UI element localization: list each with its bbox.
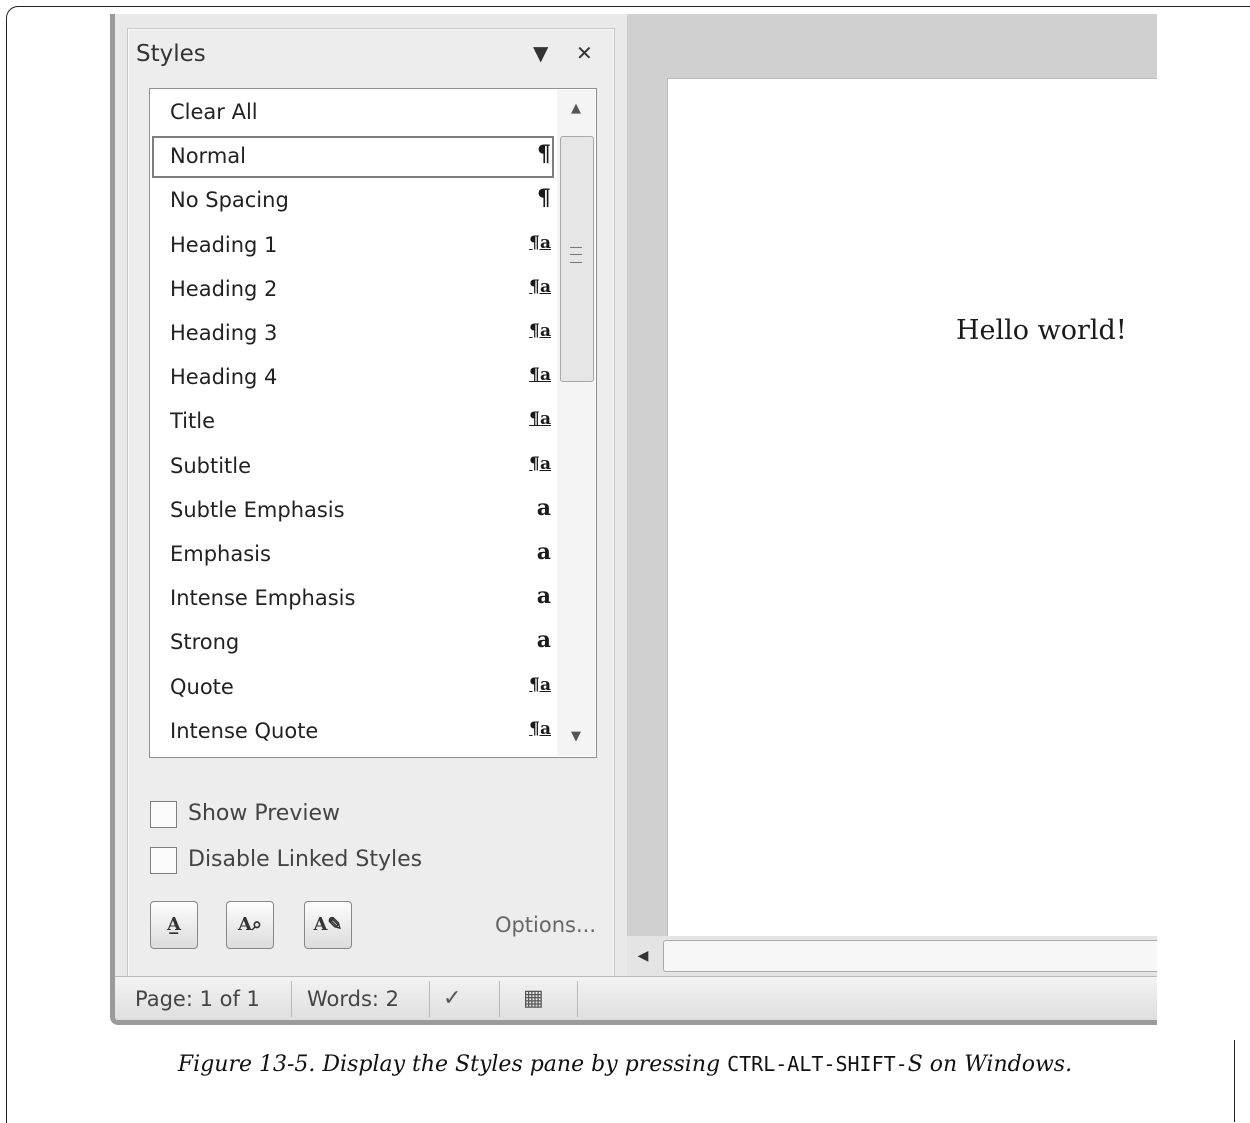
style-item[interactable]: Quote ¶a [151, 666, 555, 710]
status-divider [499, 981, 500, 1017]
document-area: Hello world! ◀ [627, 14, 1157, 976]
style-item[interactable]: Normal ¶ [151, 135, 555, 179]
scroll-down-icon[interactable]: ▼ [557, 718, 595, 756]
status-divider [429, 981, 430, 1017]
manage-styles-icon: A✎ [313, 914, 343, 935]
caption-keys: CTRL-ALT-SHIFT- [727, 1052, 908, 1076]
paragraph-style-icon: ¶ [537, 141, 551, 168]
new-style-button[interactable]: A̲ [150, 901, 198, 949]
style-item[interactable]: No Spacing ¶ [151, 179, 555, 223]
vertical-scrollbar[interactable]: ▲ ▼ [557, 90, 595, 756]
close-icon[interactable]: ✕ [576, 41, 593, 65]
styles-list[interactable]: Clear All Normal ¶ No Spacing ¶ Heading 1 ¶a He… [149, 88, 597, 758]
manage-styles-button[interactable]: A✎ [304, 901, 352, 949]
style-name: Heading 4 [170, 365, 278, 390]
character-style-icon: a [536, 627, 551, 654]
status-divider [577, 981, 578, 1017]
styles-pane: Styles ▼ ✕ Clear All Normal ¶ No Spacing ¶ He… [127, 28, 615, 978]
disable-linked-label: Disable Linked Styles [188, 847, 423, 872]
style-name: Clear All [170, 100, 258, 124]
options-link[interactable]: Options... [495, 913, 596, 937]
show-preview-checkbox[interactable] [150, 801, 177, 828]
style-item[interactable]: Clear All [151, 91, 555, 135]
style-item[interactable]: Strong a [151, 621, 555, 665]
linked-style-icon: ¶a [529, 674, 551, 695]
horizontal-scroll-track[interactable] [663, 940, 1157, 972]
style-name: Quote [170, 674, 234, 699]
style-item[interactable]: Heading 1 ¶a [151, 224, 555, 268]
new-style-icon: A̲ [167, 914, 181, 935]
linked-style-icon: ¶a [529, 276, 551, 297]
style-name: Heading 3 [170, 321, 278, 345]
style-name: Intense Quote [170, 718, 319, 743]
horizontal-scrollbar[interactable]: ◀ [627, 936, 1157, 976]
style-item[interactable]: Emphasis a [151, 533, 555, 577]
style-name: Subtle Emphasis [170, 497, 345, 522]
proofing-icon[interactable]: ✓ [443, 986, 461, 1011]
style-item[interactable]: Intense Emphasis a [151, 577, 555, 621]
style-inspector-icon: A⌕ [237, 914, 263, 935]
status-divider [291, 981, 292, 1017]
layout-icon[interactable]: ▦ [523, 986, 544, 1011]
document-text[interactable]: Hello world! [956, 315, 1127, 346]
status-bar: Page: 1 of 1 Words: 2 ✓ ▦ [115, 976, 1157, 1020]
style-name: Intense Emphasis [170, 586, 356, 611]
style-item[interactable]: Title ¶a [151, 400, 555, 444]
word-window: Styles ▼ ✕ Clear All Normal ¶ No Spacing ¶ He… [110, 14, 1157, 1025]
dropdown-arrow-icon[interactable]: ▼ [533, 41, 548, 65]
style-item[interactable]: Heading 2 ¶a [151, 268, 555, 312]
caption-key-letter: S [907, 1052, 923, 1077]
linked-style-icon: ¶a [529, 232, 551, 253]
scroll-thumb[interactable] [560, 136, 594, 382]
style-item[interactable]: Subtle Emphasis a [151, 489, 555, 533]
style-name: Title [170, 409, 216, 434]
character-style-icon: a [536, 583, 551, 610]
grip-icon [570, 247, 582, 263]
style-name: Normal [170, 144, 246, 169]
linked-style-icon: ¶a [529, 453, 551, 474]
character-style-icon: a [536, 494, 551, 521]
disable-linked-checkbox[interactable] [150, 847, 177, 874]
character-style-icon: a [536, 539, 551, 565]
style-item[interactable]: Heading 4 ¶a [151, 356, 555, 400]
caption-suffix: on Windows. [922, 1052, 1073, 1077]
show-preview-label: Show Preview [188, 801, 340, 826]
style-item[interactable]: Subtitle ¶a [151, 445, 555, 489]
style-name: Heading 2 [170, 276, 278, 301]
linked-style-icon: ¶a [529, 718, 551, 739]
style-name: Subtitle [170, 453, 252, 478]
style-name: Heading 1 [170, 232, 278, 257]
style-name: No Spacing [170, 188, 289, 213]
pane-title: Styles [136, 41, 206, 67]
scroll-left-icon[interactable]: ◀ [633, 946, 653, 966]
figure-caption: Figure 13-5. Display the Styles pane by … [0, 1052, 1250, 1077]
paragraph-style-icon: ¶ [537, 185, 551, 212]
style-item[interactable]: Heading 3 ¶a [151, 312, 555, 356]
document-page[interactable]: Hello world! [667, 78, 1157, 949]
scroll-up-icon[interactable]: ▲ [557, 90, 595, 128]
caption-prefix: Figure 13-5. Display the Styles pane by … [177, 1052, 728, 1077]
style-name: Strong [170, 630, 240, 655]
linked-style-icon: ¶a [529, 365, 551, 386]
linked-style-icon: ¶a [529, 409, 551, 430]
linked-style-icon: ¶a [529, 321, 551, 341]
style-name: Emphasis [170, 542, 271, 566]
style-item[interactable]: Intense Quote ¶a [151, 710, 555, 754]
word-count[interactable]: Words: 2 [307, 987, 399, 1011]
style-inspector-button[interactable]: A⌕ [226, 901, 274, 949]
page-count[interactable]: Page: 1 of 1 [135, 987, 260, 1011]
